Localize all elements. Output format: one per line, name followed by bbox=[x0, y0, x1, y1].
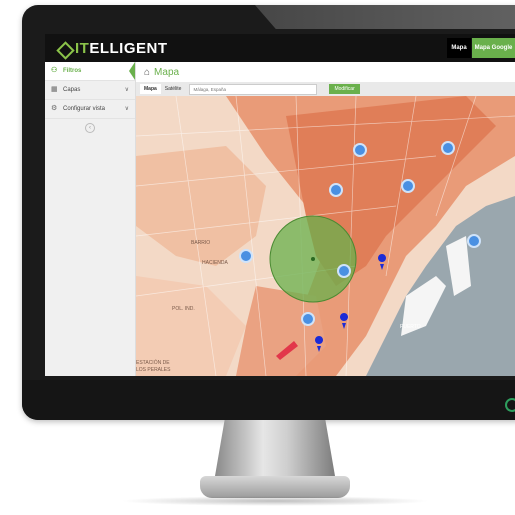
chevron-down-icon: ∨ bbox=[124, 106, 129, 112]
map-canvas[interactable]: PUERTO BARRIO HACIENDA POL. IND. ESTACIÓ… bbox=[136, 96, 515, 376]
power-icon bbox=[505, 398, 515, 412]
tab-mapa-google[interactable]: Mapa Google bbox=[472, 38, 515, 58]
cluster-marker[interactable] bbox=[301, 312, 315, 326]
sidebar-collapse-button[interactable]: ‹ bbox=[85, 123, 95, 133]
cluster-marker[interactable] bbox=[401, 179, 415, 193]
monitor-stand bbox=[215, 420, 335, 476]
app-screen: IT ELLIGENT Mapa Mapa Google ⚇ Filtros ▦… bbox=[45, 34, 515, 376]
cluster-marker[interactable] bbox=[467, 234, 481, 248]
sidebar-item-label: Capas bbox=[63, 87, 81, 93]
home-icon[interactable]: ⌂ bbox=[144, 67, 150, 78]
logo-text: ELLIGENT bbox=[89, 40, 168, 57]
sidebar: ⚇ Filtros ▦ Capas ∨ ⚙ Configurar vista ∨… bbox=[45, 62, 136, 376]
radius-center bbox=[311, 257, 315, 261]
sidebar-item-filtros[interactable]: ⚇ Filtros bbox=[45, 62, 135, 81]
map-label: ESTACIÓN DE bbox=[136, 359, 170, 366]
main-content: ⌂ Mapa Mapa Satélite Málaga, España Modi… bbox=[136, 62, 515, 376]
cluster-marker[interactable] bbox=[337, 264, 351, 278]
cluster-marker[interactable] bbox=[353, 143, 367, 157]
logo[interactable]: IT ELLIGENT bbox=[57, 40, 168, 57]
map-toolbar: Mapa Satélite Málaga, España Modificar bbox=[136, 82, 515, 96]
tab-mapa[interactable]: Mapa bbox=[447, 38, 471, 58]
monitor-shadow bbox=[120, 496, 430, 506]
active-indicator bbox=[129, 62, 135, 80]
sidebar-item-label: Filtros bbox=[63, 68, 82, 74]
location-search-input[interactable]: Málaga, España bbox=[189, 83, 318, 95]
map-type-satelite-button[interactable]: Satélite bbox=[161, 84, 186, 94]
breadcrumb: ⌂ Mapa bbox=[136, 62, 515, 82]
sidebar-item-configurar-vista[interactable]: ⚙ Configurar vista ∨ bbox=[45, 100, 135, 119]
monitor-base bbox=[200, 476, 350, 498]
gear-icon: ⚙ bbox=[51, 105, 58, 112]
map-label: BARRIO bbox=[191, 240, 210, 246]
cluster-marker[interactable] bbox=[441, 141, 455, 155]
monitor-bezel bbox=[22, 380, 515, 420]
top-navbar: IT ELLIGENT Mapa Mapa Google bbox=[45, 34, 515, 62]
logo-icon bbox=[57, 42, 71, 56]
sidebar-item-label: Configurar vista bbox=[63, 106, 106, 112]
map-label: LOS PERALES bbox=[136, 367, 171, 373]
cluster-marker[interactable] bbox=[239, 249, 253, 263]
cluster-marker[interactable] bbox=[329, 183, 343, 197]
map-label: HACIENDA bbox=[202, 260, 229, 266]
map-type-mapa-button[interactable]: Mapa bbox=[140, 84, 161, 94]
map-label: PUERTO bbox=[400, 324, 421, 330]
calendar-icon: ▦ bbox=[51, 86, 58, 93]
modify-button[interactable]: Modificar bbox=[329, 84, 360, 94]
chevron-down-icon: ∨ bbox=[124, 87, 129, 93]
page-title: Mapa bbox=[154, 66, 180, 78]
sidebar-item-capas[interactable]: ▦ Capas ∨ bbox=[45, 81, 135, 100]
monitor-gloss bbox=[255, 5, 515, 29]
map-label: POL. IND. bbox=[172, 306, 195, 312]
binoculars-icon: ⚇ bbox=[51, 67, 58, 74]
logo-text-highlight: IT bbox=[75, 40, 90, 57]
